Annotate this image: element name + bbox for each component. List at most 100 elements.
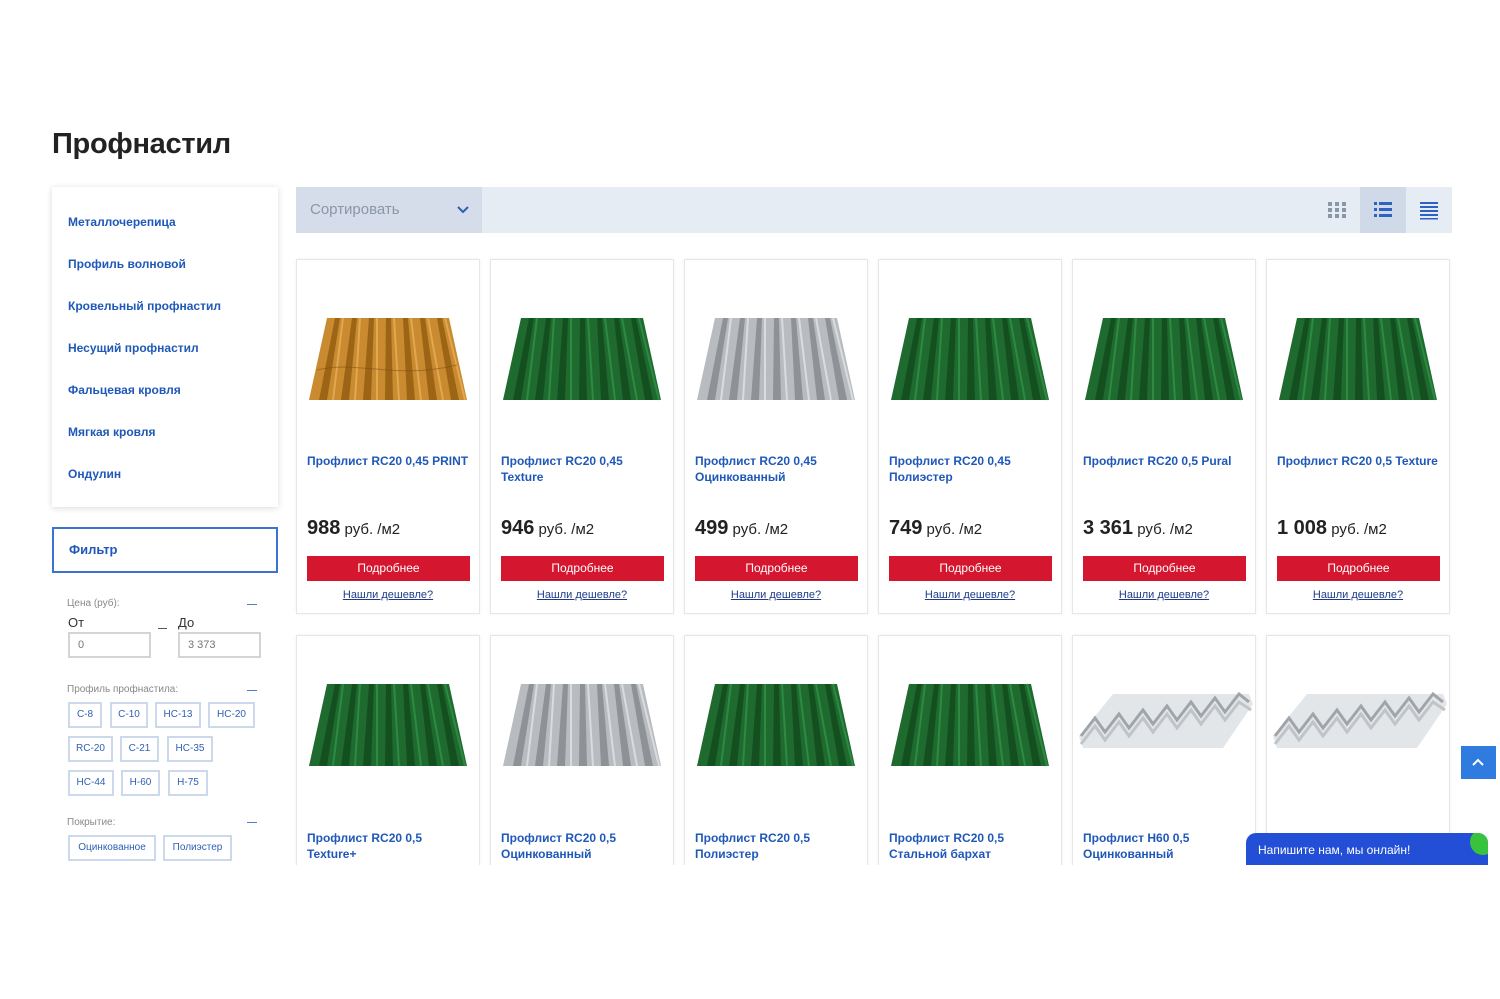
product-image[interactable] bbox=[685, 636, 867, 811]
product-name[interactable]: Профлист RC20 0,45 Texture bbox=[501, 453, 666, 485]
found-cheaper-link[interactable]: Нашли дешевле? bbox=[1073, 589, 1255, 601]
price-to-label: До bbox=[178, 615, 195, 630]
collapse-icon[interactable] bbox=[247, 690, 257, 691]
product-image[interactable] bbox=[297, 270, 479, 445]
product-card[interactable]: Профлист RC20 0,45 Полиэстер 749 руб. /м2… bbox=[878, 259, 1062, 614]
sort-dropdown[interactable]: Сортировать bbox=[296, 187, 482, 233]
scroll-to-top-button[interactable] bbox=[1461, 746, 1496, 779]
price-value: 988 bbox=[307, 517, 341, 539]
product-name[interactable]: Профлист RC20 0,5 Стальной бархат bbox=[889, 830, 1054, 862]
coating-filter-label: Покрытие: bbox=[67, 817, 116, 828]
found-cheaper-link[interactable]: Нашли дешевле? bbox=[879, 589, 1061, 601]
product-name[interactable]: Профлист RC20 0,5 Texture+ bbox=[307, 830, 472, 862]
price-from-input[interactable] bbox=[68, 632, 151, 658]
details-button[interactable]: Подробнее bbox=[307, 556, 470, 581]
page-title: Профнастил bbox=[52, 128, 231, 160]
chat-widget[interactable]: Напишите нам, мы онлайн! bbox=[1246, 833, 1488, 865]
table-view-button[interactable] bbox=[1406, 187, 1452, 233]
category-item[interactable]: Ондулин bbox=[68, 467, 121, 481]
profile-chip[interactable]: Н-60 bbox=[121, 770, 160, 796]
product-card[interactable]: Профлист RC20 0,5 Оцинкованный bbox=[490, 635, 674, 895]
chevron-up-icon bbox=[1472, 758, 1484, 766]
category-item[interactable]: Фальцевая кровля bbox=[68, 383, 181, 397]
product-card[interactable]: Профлист RC20 0,5 Полиэстер bbox=[684, 635, 868, 895]
profile-chip[interactable]: RC-20 bbox=[68, 736, 113, 762]
list-view-button[interactable] bbox=[1360, 187, 1406, 233]
profile-chip[interactable]: С-8 bbox=[68, 702, 102, 728]
profile-chip[interactable]: С-21 bbox=[120, 736, 159, 762]
product-image[interactable] bbox=[297, 636, 479, 811]
product-name[interactable]: Профлист RC20 0,45 Полиэстер bbox=[889, 453, 1054, 485]
coating-chip[interactable]: Полиэстер bbox=[163, 835, 232, 861]
found-cheaper-link[interactable]: Нашли дешевле? bbox=[491, 589, 673, 601]
product-image[interactable] bbox=[491, 636, 673, 811]
found-cheaper-link[interactable]: Нашли дешевле? bbox=[297, 589, 479, 601]
filter-title: Фильтр bbox=[69, 542, 118, 557]
product-card[interactable]: Профлист RC20 0,5 Texture+ bbox=[296, 635, 480, 895]
product-name[interactable]: Профлист RC20 0,45 Оцинкованный bbox=[695, 453, 860, 485]
details-button[interactable]: Подробнее bbox=[889, 556, 1052, 581]
profile-chip[interactable]: НС-13 bbox=[155, 702, 201, 728]
catalog-toolbar: Сортировать bbox=[296, 187, 1452, 233]
price-unit: руб. /м2 bbox=[340, 521, 401, 538]
price-value: 946 bbox=[501, 517, 535, 539]
product-price: 749 руб. /м2 bbox=[889, 517, 982, 540]
collapse-icon[interactable] bbox=[247, 604, 257, 605]
range-separator bbox=[158, 628, 167, 629]
price-value: 1 008 bbox=[1277, 517, 1328, 539]
product-name[interactable]: Профлист Н60 0,5 Оцинкованный bbox=[1083, 830, 1248, 862]
category-item[interactable]: Кровельный профнастил bbox=[68, 299, 221, 313]
collapse-icon[interactable] bbox=[247, 822, 257, 823]
grid-view-button[interactable] bbox=[1314, 187, 1360, 233]
page-bottom bbox=[0, 865, 1500, 999]
details-button[interactable]: Подробнее bbox=[1277, 556, 1440, 581]
product-price: 1 008 руб. /м2 bbox=[1277, 517, 1387, 540]
grid-view-icon bbox=[1328, 202, 1346, 218]
price-unit: руб. /м2 bbox=[534, 521, 595, 538]
product-image[interactable] bbox=[1267, 270, 1449, 445]
category-item[interactable]: Мягкая кровля bbox=[68, 425, 156, 439]
found-cheaper-link[interactable]: Нашли дешевле? bbox=[1267, 589, 1449, 601]
product-card[interactable]: Профлист RC20 0,5 Стальной бархат bbox=[878, 635, 1062, 895]
details-button[interactable]: Подробнее bbox=[695, 556, 858, 581]
product-name[interactable]: Профлист RC20 0,5 Оцинкованный bbox=[501, 830, 666, 862]
product-card[interactable]: Профлист RC20 0,5 Texture 1 008 руб. /м2 П… bbox=[1266, 259, 1450, 614]
profile-chip[interactable]: НС-20 bbox=[208, 702, 255, 728]
category-menu: Металлочерепица Профиль волновой Кровель… bbox=[52, 187, 278, 507]
product-card[interactable]: Профлист Н60 0,5 Оцинкованный bbox=[1072, 635, 1256, 895]
price-unit: руб. /м2 bbox=[922, 521, 983, 538]
product-name[interactable]: Профлист RC20 0,45 PRINT bbox=[307, 453, 472, 469]
profile-chip[interactable]: Н-75 bbox=[168, 770, 208, 796]
product-image[interactable] bbox=[685, 270, 867, 445]
product-card[interactable]: Профлист RC20 0,45 Texture 946 руб. /м2 По… bbox=[490, 259, 674, 614]
details-button[interactable]: Подробнее bbox=[1083, 556, 1246, 581]
category-item[interactable]: Несущий профнастил bbox=[68, 341, 199, 355]
product-image[interactable] bbox=[1267, 636, 1449, 811]
product-name[interactable]: Профлист RC20 0,5 Полиэстер bbox=[695, 830, 860, 862]
sort-label: Сортировать bbox=[310, 201, 400, 218]
found-cheaper-link[interactable]: Нашли дешевле? bbox=[685, 589, 867, 601]
product-image[interactable] bbox=[879, 270, 1061, 445]
product-image[interactable] bbox=[879, 636, 1061, 811]
product-image[interactable] bbox=[1073, 270, 1255, 445]
price-value: 3 361 bbox=[1083, 517, 1134, 539]
category-item[interactable]: Металлочерепица bbox=[68, 215, 176, 229]
category-item[interactable]: Профиль волновой bbox=[68, 257, 186, 271]
product-name[interactable]: Профлист RC20 0,5 Texture bbox=[1277, 453, 1442, 469]
profile-chip[interactable]: С-10 bbox=[110, 702, 148, 728]
product-card[interactable]: Профлист RC20 0,45 PRINT 988 руб. /м2 Подр… bbox=[296, 259, 480, 614]
product-card[interactable]: Профлист RC20 0,45 Оцинкованный 499 руб. … bbox=[684, 259, 868, 614]
price-from-label: От bbox=[68, 615, 85, 630]
profile-filter-label: Профиль профнастила: bbox=[67, 684, 179, 695]
product-image[interactable] bbox=[1073, 636, 1255, 811]
product-name[interactable]: Профлист RC20 0,5 Pural bbox=[1083, 453, 1248, 469]
price-to-input[interactable] bbox=[178, 632, 261, 658]
profile-chip[interactable]: НС-35 bbox=[167, 736, 213, 762]
product-card[interactable]: Профлист RC20 0,5 Pural 3 361 руб. /м2 Под… bbox=[1072, 259, 1256, 614]
price-unit: руб. /м2 bbox=[1327, 521, 1387, 538]
filter-header[interactable]: Фильтр bbox=[52, 527, 278, 573]
product-image[interactable] bbox=[491, 270, 673, 445]
details-button[interactable]: Подробнее bbox=[501, 556, 664, 581]
profile-chip[interactable]: НС-44 bbox=[68, 770, 114, 796]
coating-chip[interactable]: Оцинкованное bbox=[68, 835, 156, 861]
